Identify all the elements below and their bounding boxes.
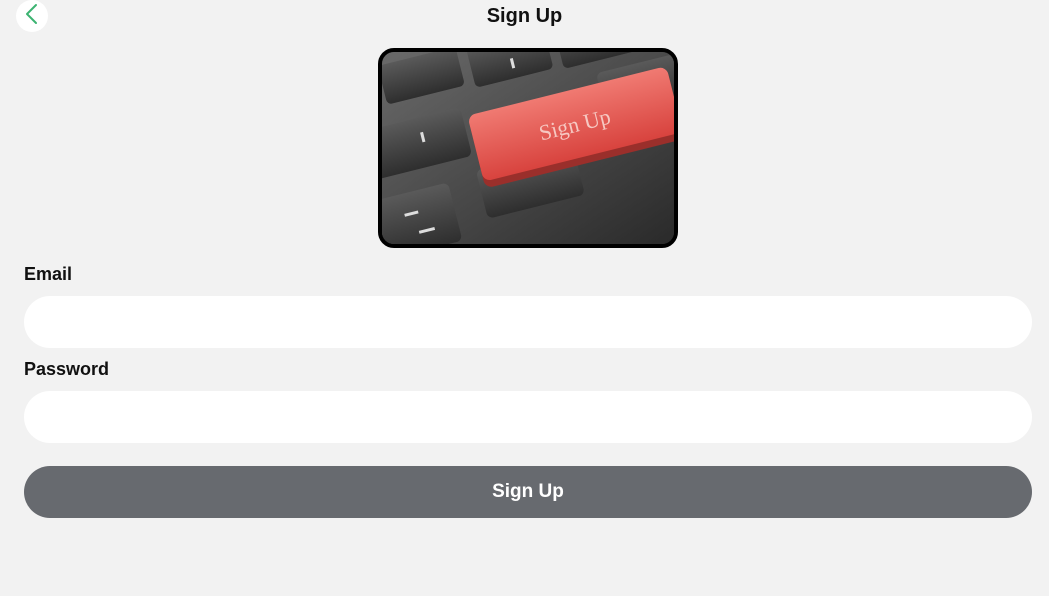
page-title: Sign Up xyxy=(486,5,563,27)
sign-up-button[interactable]: Sign Up xyxy=(24,466,1032,518)
email-label: Email xyxy=(24,264,73,284)
password-field[interactable] xyxy=(24,391,1032,443)
signup-keyboard-image: Sign Up xyxy=(378,48,678,248)
password-label: Password xyxy=(24,359,110,379)
email-field[interactable] xyxy=(24,296,1032,348)
